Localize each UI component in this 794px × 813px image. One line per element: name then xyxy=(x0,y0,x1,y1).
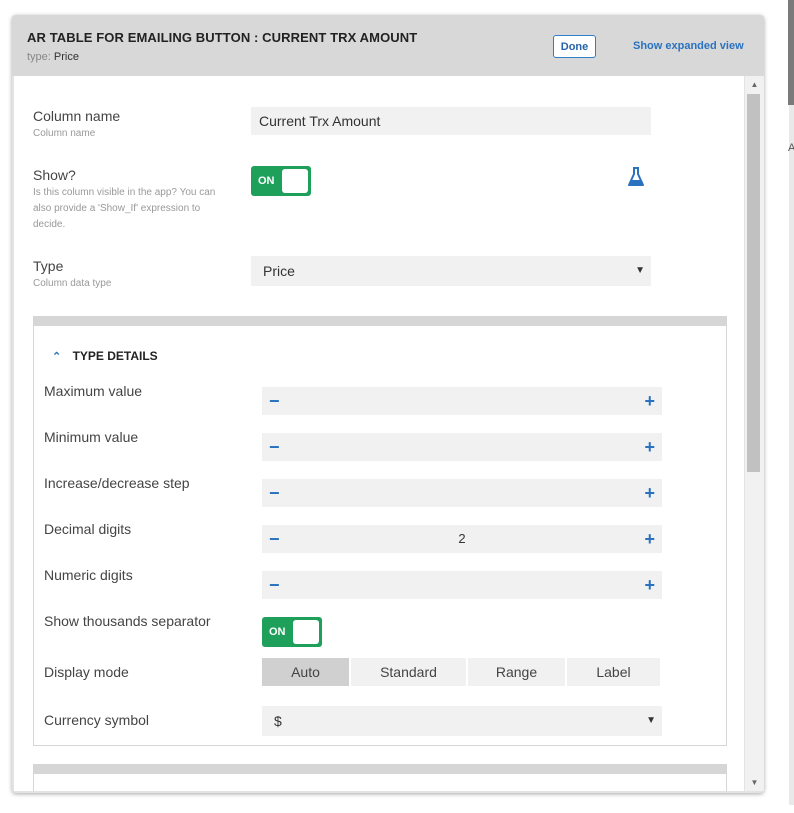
minimum-value-label: Minimum value xyxy=(44,429,139,445)
type-label: Type xyxy=(33,258,64,274)
next-section xyxy=(33,774,727,791)
chevron-up-icon: ⌃ xyxy=(52,351,62,363)
increment-button[interactable]: + xyxy=(644,433,655,461)
type-details-header[interactable]: ⌃ TYPE DETAILS xyxy=(52,349,158,363)
show-toggle-text: ON xyxy=(258,175,275,187)
next-section-bar xyxy=(33,764,727,774)
flask-icon[interactable] xyxy=(628,167,644,187)
thousands-toggle-text: ON xyxy=(269,626,286,638)
background-text: A xyxy=(788,142,794,154)
dialog-subtitle: type: Price xyxy=(27,51,79,63)
maximum-value-stepper[interactable]: − + xyxy=(262,387,662,415)
done-button[interactable]: Done xyxy=(553,35,596,58)
column-editor-dialog: AR TABLE FOR EMAILING BUTTON : CURRENT T… xyxy=(12,15,764,793)
type-select-value: Price xyxy=(263,263,295,279)
currency-symbol-label: Currency symbol xyxy=(44,712,150,728)
decrement-button[interactable]: − xyxy=(269,387,280,415)
currency-symbol-select[interactable]: $ ▼ xyxy=(262,706,662,736)
dialog-scrollbar[interactable]: ▲ ▼ xyxy=(745,76,764,791)
dropdown-caret-icon: ▼ xyxy=(635,265,645,276)
show-toggle[interactable]: ON xyxy=(251,166,311,196)
type-hint: Column data type xyxy=(33,278,112,289)
display-mode-range[interactable]: Range xyxy=(468,658,565,686)
column-name-input[interactable]: Current Trx Amount xyxy=(251,107,651,135)
column-name-hint: Column name xyxy=(33,128,96,139)
background-scrollbar-track xyxy=(789,105,794,805)
decrement-button[interactable]: − xyxy=(269,571,280,599)
increment-button[interactable]: + xyxy=(644,387,655,415)
thousands-separator-label: Show thousands separator xyxy=(44,613,211,629)
scroll-down-icon[interactable]: ▼ xyxy=(745,778,764,787)
dialog-header: AR TABLE FOR EMAILING BUTTON : CURRENT T… xyxy=(12,15,764,76)
toggle-knob xyxy=(282,169,308,193)
show-label: Show? xyxy=(33,167,76,183)
display-mode-label-option[interactable]: Label xyxy=(567,658,660,686)
toggle-knob xyxy=(293,620,319,644)
decimal-digits-input[interactable]: 2 xyxy=(262,525,662,553)
type-details-section: ⌃ TYPE DETAILS Maximum value − + Minimum… xyxy=(33,326,727,746)
step-stepper[interactable]: − + xyxy=(262,479,662,507)
thousands-separator-toggle[interactable]: ON xyxy=(262,617,322,647)
decrement-button[interactable]: − xyxy=(269,479,280,507)
display-mode-label: Display mode xyxy=(44,664,129,680)
type-select[interactable]: Price ▼ xyxy=(251,256,651,286)
show-hint: Is this column visible in the app? You c… xyxy=(33,187,216,230)
background-scrollbar xyxy=(788,0,794,105)
decrement-button[interactable]: − xyxy=(269,433,280,461)
type-value: Price xyxy=(53,51,79,63)
numeric-digits-label: Numeric digits xyxy=(44,567,133,583)
increment-button[interactable]: + xyxy=(644,479,655,507)
minimum-value-stepper[interactable]: − + xyxy=(262,433,662,461)
type-prefix: type: xyxy=(27,51,51,63)
scrollbar-thumb[interactable] xyxy=(747,94,760,472)
dialog-title: AR TABLE FOR EMAILING BUTTON : CURRENT T… xyxy=(27,30,418,45)
increment-button[interactable]: + xyxy=(644,571,655,599)
decimal-digits-label: Decimal digits xyxy=(44,521,132,537)
type-details-title: TYPE DETAILS xyxy=(72,349,158,363)
show-expanded-view-link[interactable]: Show expanded view xyxy=(633,40,744,52)
dropdown-caret-icon: ▼ xyxy=(646,715,656,726)
currency-symbol-value: $ xyxy=(274,713,282,729)
type-details-bar xyxy=(33,316,727,326)
display-mode-standard[interactable]: Standard xyxy=(351,658,466,686)
column-name-label: Column name xyxy=(33,108,121,124)
display-mode-auto[interactable]: Auto xyxy=(262,658,349,686)
numeric-digits-stepper[interactable]: − + xyxy=(262,571,662,599)
decimal-digits-stepper[interactable]: − 2 + xyxy=(262,525,662,553)
increment-button[interactable]: + xyxy=(644,525,655,553)
maximum-value-label: Maximum value xyxy=(44,383,143,399)
dialog-body: Column name Column name Current Trx Amou… xyxy=(14,76,744,791)
scroll-up-icon[interactable]: ▲ xyxy=(745,80,764,89)
step-label: Increase/decrease step xyxy=(44,475,190,491)
